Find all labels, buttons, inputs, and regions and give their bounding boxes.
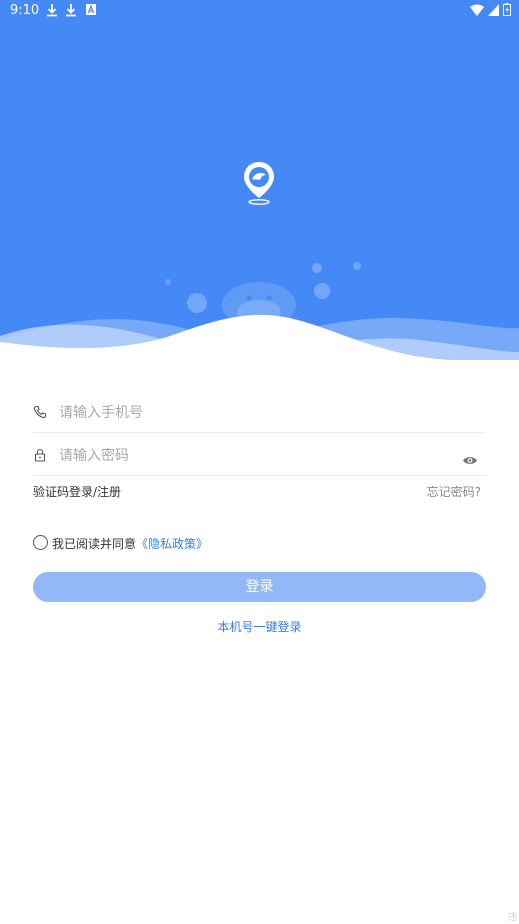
agree-checkbox[interactable] xyxy=(33,535,48,550)
signal-icon xyxy=(487,4,499,16)
one-key-login-link[interactable]: 本机号一键登录 xyxy=(0,618,519,635)
status-right-icons xyxy=(469,3,511,20)
download-icon xyxy=(46,3,58,21)
battery-icon xyxy=(503,3,511,16)
password-input[interactable] xyxy=(59,439,439,473)
lock-icon xyxy=(33,447,47,466)
hero-banner: 9:10 xyxy=(0,0,519,360)
sms-login-link[interactable]: 验证码登录/注册 xyxy=(33,483,121,500)
phone-icon xyxy=(33,404,47,423)
forgot-password-link[interactable]: 忘记密码? xyxy=(427,483,481,500)
privacy-policy-link[interactable]: 《隐私政策》 xyxy=(136,537,208,551)
a-icon xyxy=(86,4,96,19)
agreement-text: 我已阅读并同意《隐私政策》 xyxy=(52,535,208,552)
agree-prefix: 我已阅读并同意 xyxy=(52,537,137,551)
password-field[interactable] xyxy=(33,439,486,476)
login-button[interactable]: 登录 xyxy=(33,572,486,602)
phone-input[interactable] xyxy=(59,396,439,430)
download-icon xyxy=(65,3,77,21)
phone-field[interactable] xyxy=(33,396,486,433)
show-password-icon[interactable] xyxy=(462,451,478,470)
status-time: 9:10 xyxy=(10,3,40,18)
app-logo-icon xyxy=(242,160,276,210)
wifi-icon xyxy=(469,4,484,16)
corner-mark: 违 xyxy=(507,913,517,923)
status-bar: 9:10 xyxy=(0,0,519,24)
